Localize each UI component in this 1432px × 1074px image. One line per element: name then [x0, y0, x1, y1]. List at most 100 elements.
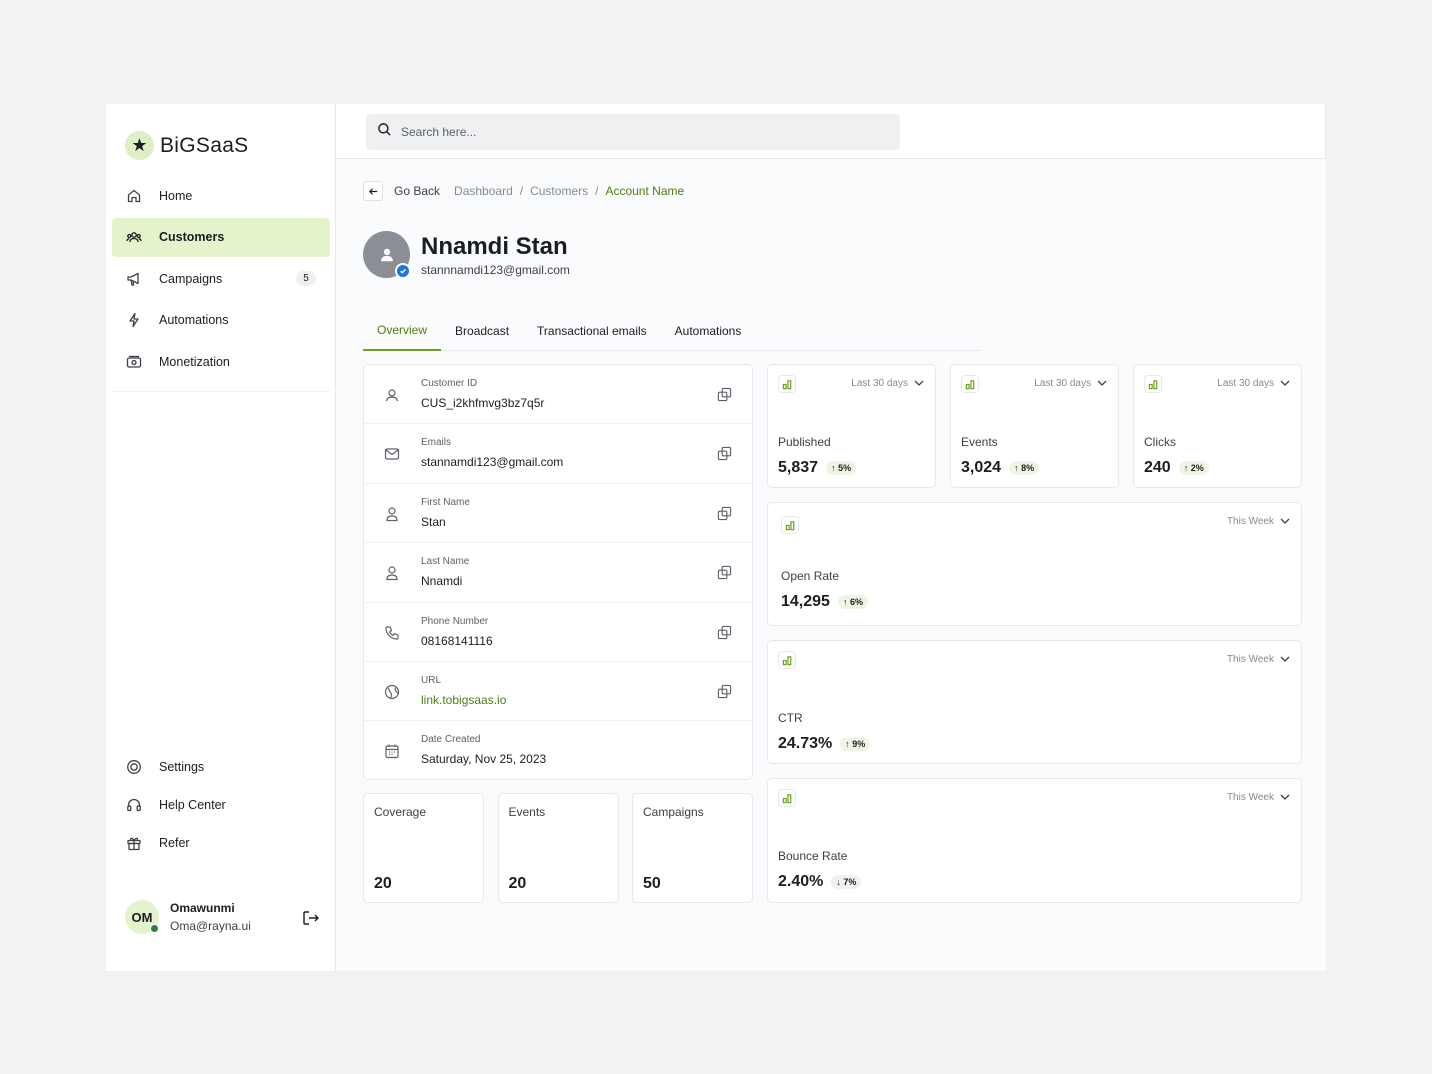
detail-label: URL [421, 674, 442, 686]
detail-value: Nnamdi [421, 574, 463, 589]
copy-icon[interactable] [717, 625, 732, 640]
metric-value: 2.40% [778, 873, 824, 890]
customer-avatar [363, 231, 411, 279]
metric-card-open-rate: This Week Open Rate 14,295 ↑ 6% [767, 502, 1302, 626]
period-dropdown[interactable]: Last 30 days [1217, 377, 1291, 389]
arrow-up-icon: ↑ [842, 597, 850, 607]
logout-icon[interactable] [302, 910, 320, 926]
metric-label: Clicks [1144, 435, 1176, 449]
detail-label: Last Name [421, 556, 470, 568]
sidebar-item-label: Campaigns [159, 271, 223, 286]
sidebar-item-customers[interactable]: Customers [112, 217, 330, 257]
gift-icon [126, 835, 142, 851]
user-name: Omawunmi [170, 901, 235, 915]
mail-icon [384, 446, 400, 462]
detail-value: stannamdi123@gmail.com [421, 455, 564, 470]
megaphone-icon [126, 271, 142, 287]
chevron-down-icon [1280, 656, 1290, 662]
copy-icon[interactable] [717, 684, 732, 699]
bar-chart-icon [1144, 375, 1162, 393]
tab-transactional-emails[interactable]: Transactional emails [523, 311, 661, 351]
copy-icon[interactable] [717, 506, 732, 521]
breadcrumb-customers[interactable]: Customers [530, 184, 588, 198]
campaigns-count-badge: 5 [296, 271, 316, 286]
sidebar: ★ BiGSaaS Home Customers Campaigns 5 Aut… [106, 104, 336, 971]
tab-automations[interactable]: Automations [661, 311, 756, 351]
detail-value: 08168141116 [421, 633, 493, 648]
person-icon [384, 565, 400, 581]
user-profile[interactable]: OM Omawunmi Oma@rayna.ui [125, 900, 320, 934]
sidebar-item-label: Home [159, 188, 193, 203]
breadcrumb: Go Back Dashboard / Customers / Account … [363, 181, 684, 201]
detail-value: Stan [421, 514, 446, 529]
metric-value: 24.73% [778, 735, 833, 752]
stat-value: 20 [508, 875, 527, 892]
sidebar-item-refer[interactable]: Refer [112, 824, 330, 862]
sidebar-item-help-center[interactable]: Help Center [112, 786, 330, 824]
bar-chart-icon [778, 789, 796, 807]
sidebar-item-monetization[interactable]: Monetization [112, 342, 330, 381]
tab-overview[interactable]: Overview [363, 311, 442, 351]
metric-label: Published [778, 435, 831, 449]
detail-value: Saturday, Nov 25, 2023 [421, 752, 547, 767]
detail-row-phone: Phone Number 08168141116 [364, 603, 752, 662]
period-dropdown[interactable]: Last 30 days [1034, 377, 1108, 389]
stat-value: 50 [643, 875, 661, 892]
brand-name: BiGSaaS [160, 133, 249, 157]
sidebar-item-automations[interactable]: Automations [112, 301, 330, 340]
copy-icon[interactable] [717, 446, 732, 461]
copy-icon[interactable] [717, 565, 732, 580]
trend-badge: ↓ 7% [831, 875, 862, 889]
sidebar-item-label: Help Center [159, 798, 226, 812]
search-input[interactable] [401, 125, 881, 139]
metric-label: Bounce Rate [778, 849, 848, 863]
detail-row-last-name: Last Name Nnamdi [364, 543, 752, 603]
metric-label: Events [961, 435, 998, 449]
back-button[interactable] [363, 181, 383, 201]
sidebar-nav: Home Customers Campaigns 5 Automations M… [112, 176, 330, 384]
sidebar-divider [112, 391, 330, 392]
period-dropdown[interactable]: This Week [1227, 791, 1291, 803]
chevron-down-icon [1280, 518, 1290, 524]
detail-label: Customer ID [421, 378, 478, 389]
users-icon [126, 229, 142, 245]
go-back-link[interactable]: Go Back [394, 184, 440, 198]
metric-value: 14,295 [781, 593, 830, 610]
sidebar-item-campaigns[interactable]: Campaigns 5 [112, 259, 330, 298]
customer-email: stannnamdi123@gmail.com [421, 262, 570, 277]
stat-label: Coverage [374, 805, 427, 819]
app-window: ★ BiGSaaS Home Customers Campaigns 5 Aut… [106, 104, 1326, 971]
bar-chart-icon [781, 516, 799, 534]
url-link[interactable]: link.tobigsaas.io [421, 693, 506, 707]
sidebar-item-settings[interactable]: Settings [112, 748, 330, 786]
tab-broadcast[interactable]: Broadcast [441, 311, 523, 351]
detail-row-first-name: First Name Stan [364, 484, 752, 544]
bar-chart-icon [778, 651, 796, 669]
brand[interactable]: ★ BiGSaaS [125, 131, 248, 160]
topbar [336, 104, 1326, 159]
search-bar[interactable] [366, 114, 900, 150]
chevron-down-icon [914, 380, 924, 386]
breadcrumb-separator: / [519, 184, 524, 198]
copy-icon[interactable] [717, 387, 732, 402]
period-dropdown[interactable]: This Week [1227, 653, 1291, 665]
stat-label: Events [508, 805, 546, 819]
money-icon [126, 354, 142, 370]
chevron-down-icon [1097, 380, 1107, 386]
sidebar-item-home[interactable]: Home [112, 176, 330, 215]
metric-value: 5,837 [778, 459, 819, 476]
arrow-up-icon: ↑ [845, 739, 853, 749]
period-dropdown[interactable]: This Week [1227, 515, 1291, 527]
sidebar-item-label: Automations [159, 313, 229, 327]
person-icon [384, 506, 400, 522]
detail-row-date-created: Date Created Saturday, Nov 25, 2023 [364, 721, 752, 780]
detail-label: Phone Number [421, 615, 489, 627]
calendar-icon [384, 743, 400, 759]
metric-card-published: Last 30 days Published 5,837 ↑ 5% [767, 364, 936, 488]
period-dropdown[interactable]: Last 30 days [851, 377, 925, 389]
breadcrumb-dashboard[interactable]: Dashboard [454, 184, 513, 198]
sidebar-item-label: Settings [159, 760, 205, 774]
home-icon [126, 188, 142, 204]
metric-card-bounce-rate: This Week Bounce Rate 2.40% ↓ 7% [767, 778, 1302, 903]
customer-name: Nnamdi Stan [421, 232, 568, 260]
